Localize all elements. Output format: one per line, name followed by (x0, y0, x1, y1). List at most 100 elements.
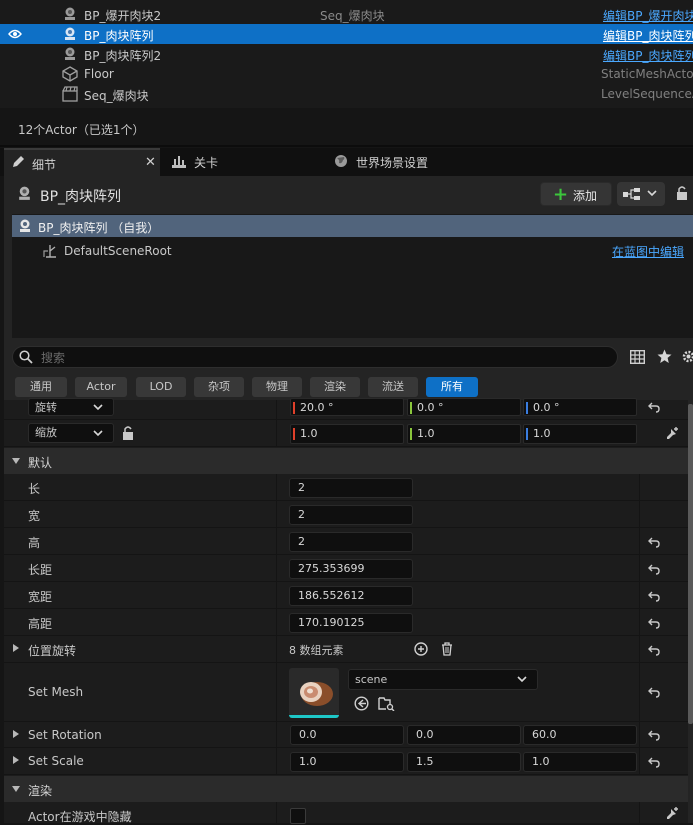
set-rotation-z-field[interactable]: 60.0 (523, 725, 637, 745)
width-input[interactable]: 2 (289, 505, 413, 525)
blueprint-hierarchy-icon (623, 188, 640, 200)
category-rendering[interactable]: 渲染 (4, 776, 688, 802)
rotation-x-field[interactable]: 20.0 ° (290, 398, 404, 416)
outliner-row-type: Seq_爆肉块 (320, 9, 385, 23)
add-component-button[interactable]: + 添加 (540, 182, 612, 206)
add-element-icon[interactable] (414, 642, 428, 656)
height-spacing-input[interactable]: 170.190125 (289, 613, 413, 633)
filter-misc[interactable]: 杂项 (194, 377, 244, 397)
scale-z-field[interactable]: 1.0 (523, 424, 637, 444)
table-view-icon[interactable] (630, 350, 645, 364)
filter-physics[interactable]: 物理 (252, 377, 302, 397)
component-label: DefaultSceneRoot (64, 244, 172, 258)
tab-bar: 细节 ✕ 关卡 世界场景设置 (0, 148, 693, 176)
rotation-y-field[interactable]: 0.0 ° (407, 398, 521, 416)
height-input[interactable]: 2 (289, 532, 413, 552)
property-row-width-spacing: 宽距 186.552612 (4, 582, 688, 609)
tab-details[interactable]: 细节 ✕ (4, 148, 160, 176)
reset-arrow-icon[interactable] (648, 590, 660, 602)
category-default[interactable]: 默认 (4, 448, 688, 474)
reset-arrow-icon[interactable] (648, 756, 660, 768)
scale-x-field[interactable]: 1.0 (290, 424, 404, 444)
outliner-row-selected[interactable]: BP_肉块阵列 编辑BP_肉块阵列 (0, 24, 693, 44)
outliner-row[interactable]: BP_肉块阵列2 编辑BP_肉块阵列2 (0, 44, 693, 64)
asset-type-bar (289, 715, 339, 718)
property-row-position-rotation[interactable]: 位置旋转 8 数组元素 (4, 636, 688, 663)
add-pin-icon[interactable] (664, 806, 680, 822)
set-scale-x-field[interactable]: 1.0 (290, 752, 404, 772)
filter-streaming[interactable]: 流送 (368, 377, 418, 397)
width-spacing-input[interactable]: 186.552612 (289, 586, 413, 606)
property-label: 宽距 (28, 590, 53, 604)
scrollbar[interactable] (688, 404, 693, 724)
tab-world-settings[interactable]: 世界场景设置 (330, 148, 490, 176)
blueprint-actor-icon (19, 186, 30, 200)
outliner-row-type: StaticMeshActor (601, 67, 693, 81)
length-spacing-input[interactable]: 275.353699 (289, 559, 413, 579)
set-rotation-x-field[interactable]: 0.0 (290, 725, 404, 745)
reset-arrow-icon[interactable] (648, 686, 660, 698)
blueprint-options-button[interactable] (617, 182, 665, 206)
use-selected-asset-icon[interactable] (354, 696, 369, 711)
reset-arrow-icon[interactable] (648, 563, 660, 575)
outliner-row[interactable]: Seq_爆肉块 LevelSequenceActor (0, 84, 693, 104)
mesh-asset-picker[interactable]: scene (348, 669, 538, 690)
rotation-mode-dropdown[interactable]: 旋转 (28, 398, 114, 416)
outliner-edit-link[interactable]: 编辑BP_爆开肉块2 (603, 7, 693, 24)
outliner-edit-link[interactable]: 编辑BP_肉块阵列2 (603, 47, 693, 64)
expand-arrow-icon[interactable] (13, 644, 19, 652)
meat-roll-thumbnail-icon (300, 682, 333, 706)
reset-arrow-icon[interactable] (648, 644, 660, 656)
rotation-label: 旋转 (35, 401, 57, 414)
category-label: 默认 (28, 456, 53, 470)
length-input[interactable]: 2 (289, 478, 413, 498)
scale-mode-dropdown[interactable]: 缩放 (28, 423, 114, 443)
outliner-row[interactable]: BP_爆开肉块2 Seq_爆肉块 编辑BP_爆开肉块2 (0, 4, 693, 24)
filter-common[interactable]: 通用 (15, 377, 67, 397)
trash-icon[interactable] (441, 642, 453, 656)
unlock-icon[interactable] (122, 426, 134, 440)
search-icon (19, 350, 33, 364)
chevron-down-icon (517, 676, 527, 683)
tab-label: 世界场景设置 (356, 156, 429, 170)
search-box[interactable] (12, 346, 618, 368)
scale-y-field[interactable]: 1.0 (407, 424, 521, 444)
component-row-self[interactable]: BP_肉块阵列 （自我） (12, 215, 693, 237)
browse-folder-icon[interactable] (378, 696, 395, 711)
filter-actor[interactable]: Actor (75, 377, 127, 397)
outliner-edit-link[interactable]: 编辑BP_肉块阵列 (603, 27, 693, 44)
property-row-set-rotation[interactable]: Set Rotation 0.0 0.0 60.0 (4, 722, 688, 748)
hidden-in-game-checkbox[interactable] (290, 808, 306, 824)
expand-arrow-icon[interactable] (13, 756, 19, 764)
outliner-row-name: BP_肉块阵列 (84, 29, 154, 43)
property-row-set-scale[interactable]: Set Scale 1.0 1.5 1.0 (4, 748, 688, 775)
mesh-thumbnail[interactable] (289, 668, 339, 718)
tab-level[interactable]: 关卡 (166, 148, 316, 176)
outliner-row[interactable]: Floor StaticMeshActor (0, 64, 693, 84)
star-icon[interactable] (657, 349, 672, 364)
add-pin-icon[interactable] (664, 426, 680, 442)
filter-lod[interactable]: LOD (136, 377, 186, 397)
rotation-z-field[interactable]: 0.0 ° (523, 398, 637, 416)
lock-icon[interactable] (676, 186, 688, 200)
close-icon[interactable]: ✕ (145, 155, 156, 170)
expand-arrow-icon[interactable] (13, 730, 19, 738)
globe-icon (335, 155, 347, 167)
set-scale-y-field[interactable]: 1.5 (407, 752, 521, 772)
property-row-set-mesh: Set Mesh scene (4, 663, 688, 722)
filter-rendering[interactable]: 渲染 (310, 377, 360, 397)
eye-icon[interactable] (8, 28, 22, 40)
edit-in-blueprint-link[interactable]: 在蓝图中编辑 (612, 243, 684, 260)
component-row-root[interactable]: DefaultSceneRoot (12, 240, 612, 262)
filter-all[interactable]: 所有 (426, 377, 478, 397)
actor-name: BP_肉块阵列 (40, 189, 122, 205)
set-scale-z-field[interactable]: 1.0 (523, 752, 637, 772)
set-rotation-y-field[interactable]: 0.0 (407, 725, 521, 745)
search-input[interactable] (39, 348, 603, 368)
reset-arrow-icon[interactable] (648, 617, 660, 629)
reset-arrow-icon[interactable] (648, 729, 660, 741)
reset-arrow-icon[interactable] (648, 401, 660, 413)
reset-arrow-icon[interactable] (648, 536, 660, 548)
scale-label: 缩放 (35, 426, 57, 439)
gear-icon[interactable] (681, 349, 693, 364)
